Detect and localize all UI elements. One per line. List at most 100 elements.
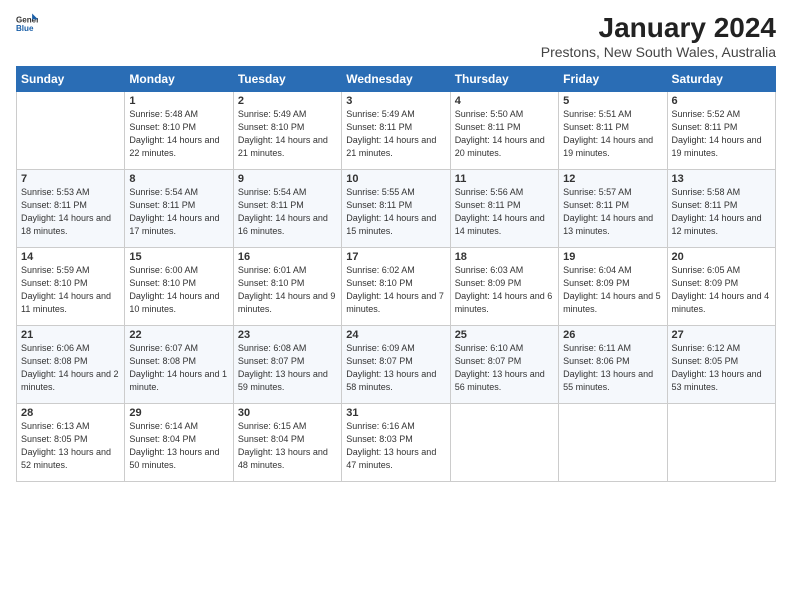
- header-friday: Friday: [559, 67, 667, 92]
- day-number: 27: [672, 329, 771, 341]
- header-row: General Blue January 2024 Prestons, New …: [16, 12, 776, 60]
- svg-text:Blue: Blue: [16, 24, 34, 33]
- calendar-cell: 26 Sunrise: 6:11 AM Sunset: 8:06 PM Dayl…: [559, 326, 667, 404]
- logo: General Blue: [16, 12, 38, 34]
- header-monday: Monday: [125, 67, 233, 92]
- calendar-cell: 17 Sunrise: 6:02 AM Sunset: 8:10 PM Dayl…: [342, 248, 450, 326]
- day-info: Sunrise: 6:01 AM Sunset: 8:10 PM Dayligh…: [238, 264, 337, 316]
- calendar-cell: 16 Sunrise: 6:01 AM Sunset: 8:10 PM Dayl…: [233, 248, 341, 326]
- day-number: 7: [21, 173, 120, 185]
- day-info: Sunrise: 5:49 AM Sunset: 8:11 PM Dayligh…: [346, 108, 445, 160]
- calendar-week-3: 14 Sunrise: 5:59 AM Sunset: 8:10 PM Dayl…: [17, 248, 776, 326]
- day-info: Sunrise: 6:08 AM Sunset: 8:07 PM Dayligh…: [238, 342, 337, 394]
- page-container: General Blue January 2024 Prestons, New …: [0, 0, 792, 490]
- day-number: 4: [455, 95, 554, 107]
- day-info: Sunrise: 5:52 AM Sunset: 8:11 PM Dayligh…: [672, 108, 771, 160]
- calendar-cell: 14 Sunrise: 5:59 AM Sunset: 8:10 PM Dayl…: [17, 248, 125, 326]
- day-info: Sunrise: 6:06 AM Sunset: 8:08 PM Dayligh…: [21, 342, 120, 394]
- calendar-table: Sunday Monday Tuesday Wednesday Thursday…: [16, 66, 776, 482]
- day-info: Sunrise: 6:07 AM Sunset: 8:08 PM Dayligh…: [129, 342, 228, 394]
- calendar-cell: 8 Sunrise: 5:54 AM Sunset: 8:11 PM Dayli…: [125, 170, 233, 248]
- calendar-cell: 19 Sunrise: 6:04 AM Sunset: 8:09 PM Dayl…: [559, 248, 667, 326]
- calendar-cell: 2 Sunrise: 5:49 AM Sunset: 8:10 PM Dayli…: [233, 92, 341, 170]
- day-number: 20: [672, 251, 771, 263]
- day-info: Sunrise: 5:54 AM Sunset: 8:11 PM Dayligh…: [238, 186, 337, 238]
- calendar-cell: 27 Sunrise: 6:12 AM Sunset: 8:05 PM Dayl…: [667, 326, 775, 404]
- day-number: 19: [563, 251, 662, 263]
- calendar-week-5: 28 Sunrise: 6:13 AM Sunset: 8:05 PM Dayl…: [17, 404, 776, 482]
- day-info: Sunrise: 5:58 AM Sunset: 8:11 PM Dayligh…: [672, 186, 771, 238]
- calendar-cell: 30 Sunrise: 6:15 AM Sunset: 8:04 PM Dayl…: [233, 404, 341, 482]
- calendar-cell: 23 Sunrise: 6:08 AM Sunset: 8:07 PM Dayl…: [233, 326, 341, 404]
- day-info: Sunrise: 5:56 AM Sunset: 8:11 PM Dayligh…: [455, 186, 554, 238]
- day-number: 14: [21, 251, 120, 263]
- day-number: 17: [346, 251, 445, 263]
- calendar-cell: [559, 404, 667, 482]
- day-number: 30: [238, 407, 337, 419]
- day-number: 23: [238, 329, 337, 341]
- logo-icon: General Blue: [16, 12, 38, 34]
- day-number: 28: [21, 407, 120, 419]
- day-number: 9: [238, 173, 337, 185]
- day-number: 26: [563, 329, 662, 341]
- calendar-cell: 29 Sunrise: 6:14 AM Sunset: 8:04 PM Dayl…: [125, 404, 233, 482]
- calendar-cell: 10 Sunrise: 5:55 AM Sunset: 8:11 PM Dayl…: [342, 170, 450, 248]
- day-number: 1: [129, 95, 228, 107]
- calendar-cell: 20 Sunrise: 6:05 AM Sunset: 8:09 PM Dayl…: [667, 248, 775, 326]
- day-info: Sunrise: 6:11 AM Sunset: 8:06 PM Dayligh…: [563, 342, 662, 394]
- day-number: 11: [455, 173, 554, 185]
- header-thursday: Thursday: [450, 67, 558, 92]
- calendar-cell: 12 Sunrise: 5:57 AM Sunset: 8:11 PM Dayl…: [559, 170, 667, 248]
- calendar-cell: 6 Sunrise: 5:52 AM Sunset: 8:11 PM Dayli…: [667, 92, 775, 170]
- day-info: Sunrise: 5:54 AM Sunset: 8:11 PM Dayligh…: [129, 186, 228, 238]
- day-info: Sunrise: 6:04 AM Sunset: 8:09 PM Dayligh…: [563, 264, 662, 316]
- day-number: 22: [129, 329, 228, 341]
- day-info: Sunrise: 6:03 AM Sunset: 8:09 PM Dayligh…: [455, 264, 554, 316]
- calendar-cell: 4 Sunrise: 5:50 AM Sunset: 8:11 PM Dayli…: [450, 92, 558, 170]
- calendar-cell: 25 Sunrise: 6:10 AM Sunset: 8:07 PM Dayl…: [450, 326, 558, 404]
- title-block: January 2024 Prestons, New South Wales, …: [541, 12, 776, 60]
- day-number: 13: [672, 173, 771, 185]
- calendar-cell: 15 Sunrise: 6:00 AM Sunset: 8:10 PM Dayl…: [125, 248, 233, 326]
- calendar-week-4: 21 Sunrise: 6:06 AM Sunset: 8:08 PM Dayl…: [17, 326, 776, 404]
- day-info: Sunrise: 6:02 AM Sunset: 8:10 PM Dayligh…: [346, 264, 445, 316]
- calendar-cell: [667, 404, 775, 482]
- calendar-cell: 7 Sunrise: 5:53 AM Sunset: 8:11 PM Dayli…: [17, 170, 125, 248]
- calendar-cell: 9 Sunrise: 5:54 AM Sunset: 8:11 PM Dayli…: [233, 170, 341, 248]
- calendar-cell: 22 Sunrise: 6:07 AM Sunset: 8:08 PM Dayl…: [125, 326, 233, 404]
- header-saturday: Saturday: [667, 67, 775, 92]
- calendar-week-1: 1 Sunrise: 5:48 AM Sunset: 8:10 PM Dayli…: [17, 92, 776, 170]
- calendar-cell: 18 Sunrise: 6:03 AM Sunset: 8:09 PM Dayl…: [450, 248, 558, 326]
- day-number: 29: [129, 407, 228, 419]
- day-info: Sunrise: 6:13 AM Sunset: 8:05 PM Dayligh…: [21, 420, 120, 472]
- day-info: Sunrise: 5:49 AM Sunset: 8:10 PM Dayligh…: [238, 108, 337, 160]
- day-number: 5: [563, 95, 662, 107]
- calendar-cell: 13 Sunrise: 5:58 AM Sunset: 8:11 PM Dayl…: [667, 170, 775, 248]
- page-subtitle: Prestons, New South Wales, Australia: [541, 44, 776, 60]
- day-info: Sunrise: 6:12 AM Sunset: 8:05 PM Dayligh…: [672, 342, 771, 394]
- page-title: January 2024: [541, 12, 776, 44]
- day-info: Sunrise: 6:15 AM Sunset: 8:04 PM Dayligh…: [238, 420, 337, 472]
- day-number: 24: [346, 329, 445, 341]
- day-number: 3: [346, 95, 445, 107]
- calendar-cell: [17, 92, 125, 170]
- day-number: 18: [455, 251, 554, 263]
- day-info: Sunrise: 5:50 AM Sunset: 8:11 PM Dayligh…: [455, 108, 554, 160]
- calendar-cell: 1 Sunrise: 5:48 AM Sunset: 8:10 PM Dayli…: [125, 92, 233, 170]
- day-number: 10: [346, 173, 445, 185]
- day-number: 8: [129, 173, 228, 185]
- day-number: 15: [129, 251, 228, 263]
- day-number: 6: [672, 95, 771, 107]
- day-info: Sunrise: 5:55 AM Sunset: 8:11 PM Dayligh…: [346, 186, 445, 238]
- day-info: Sunrise: 6:09 AM Sunset: 8:07 PM Dayligh…: [346, 342, 445, 394]
- day-info: Sunrise: 5:53 AM Sunset: 8:11 PM Dayligh…: [21, 186, 120, 238]
- day-info: Sunrise: 5:51 AM Sunset: 8:11 PM Dayligh…: [563, 108, 662, 160]
- day-info: Sunrise: 5:57 AM Sunset: 8:11 PM Dayligh…: [563, 186, 662, 238]
- calendar-cell: 11 Sunrise: 5:56 AM Sunset: 8:11 PM Dayl…: [450, 170, 558, 248]
- calendar-cell: 5 Sunrise: 5:51 AM Sunset: 8:11 PM Dayli…: [559, 92, 667, 170]
- header-tuesday: Tuesday: [233, 67, 341, 92]
- header-wednesday: Wednesday: [342, 67, 450, 92]
- day-number: 12: [563, 173, 662, 185]
- day-number: 16: [238, 251, 337, 263]
- day-info: Sunrise: 6:10 AM Sunset: 8:07 PM Dayligh…: [455, 342, 554, 394]
